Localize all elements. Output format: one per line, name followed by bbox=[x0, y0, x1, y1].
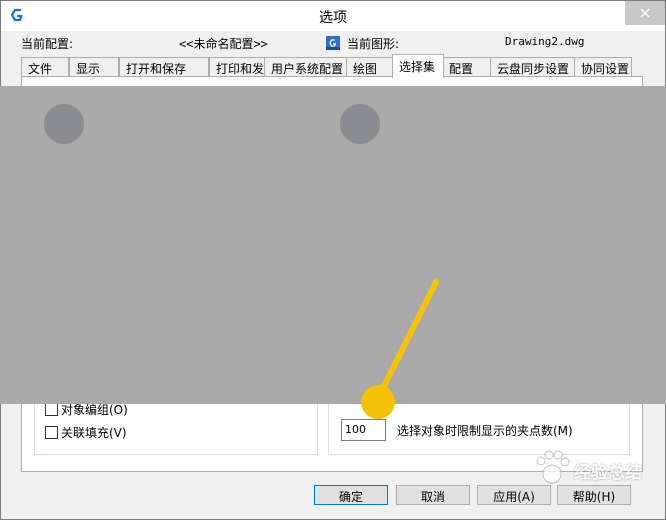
profile-row: 当前配置: <<未命名配置>> 当前图形: Drawing2.dwg bbox=[1, 35, 665, 53]
close-icon bbox=[640, 8, 650, 18]
tab-profiles[interactable]: 配置 bbox=[442, 57, 492, 77]
assoc-hatch-option[interactable]: 关联填充(V) bbox=[45, 424, 127, 441]
tab-cloud-sync[interactable]: 云盘同步设置 bbox=[490, 57, 576, 77]
tab-selection[interactable]: 选择集 bbox=[392, 54, 444, 78]
object-group-checkbox[interactable] bbox=[45, 403, 58, 416]
redacted-blur-region bbox=[0, 86, 666, 404]
blurred-icon bbox=[44, 104, 84, 144]
grip-limit-label: 选择对象时限制显示的夹点数(M) bbox=[397, 424, 573, 438]
assoc-hatch-checkbox[interactable] bbox=[45, 426, 58, 439]
drawing-file-icon bbox=[326, 36, 340, 50]
blurred-icon bbox=[340, 104, 380, 144]
tab-files[interactable]: 文件 bbox=[21, 57, 69, 77]
cancel-button[interactable]: 取消 bbox=[396, 485, 470, 505]
current-profile-label: 当前配置: bbox=[21, 37, 74, 51]
title-bar: 选项 bbox=[1, 1, 665, 31]
current-drawing-label: 当前图形: bbox=[347, 37, 400, 51]
assoc-hatch-label: 关联填充(V) bbox=[61, 426, 127, 440]
tab-collaboration[interactable]: 协同设置 bbox=[574, 57, 632, 77]
tab-drafting[interactable]: 绘图 bbox=[346, 57, 394, 77]
paw-logo-icon bbox=[536, 450, 570, 484]
dialog-title: 选项 bbox=[319, 10, 347, 26]
tab-display[interactable]: 显示 bbox=[69, 57, 119, 77]
grip-limit-input[interactable]: 100 bbox=[341, 419, 386, 441]
ok-button[interactable]: 确定 bbox=[314, 485, 388, 505]
watermark: 经验总结 bbox=[532, 446, 658, 490]
current-profile-value: <<未命名配置>> bbox=[179, 37, 268, 51]
watermark-text: 经验总结 bbox=[574, 463, 642, 483]
tab-open-save[interactable]: 打开和保存 bbox=[119, 57, 209, 77]
current-drawing-value: Drawing2.dwg bbox=[505, 35, 585, 48]
close-button[interactable] bbox=[625, 1, 665, 25]
